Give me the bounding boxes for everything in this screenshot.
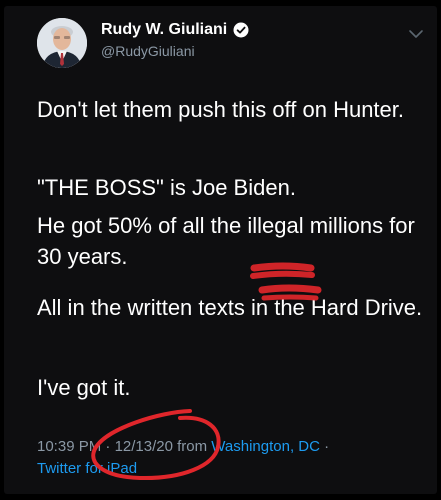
meta-separator: · xyxy=(324,438,330,455)
author-handle[interactable]: @RudyGiuliani xyxy=(101,43,195,59)
profile-photo-icon xyxy=(37,18,87,68)
tweet-paragraph: "THE BOSS" is Joe Biden. xyxy=(37,175,296,200)
verified-badge-icon xyxy=(233,22,249,38)
author-name-row[interactable]: Rudy W. Giuliani xyxy=(101,19,249,41)
tweet-source-link[interactable]: Twitter for iPad xyxy=(37,460,137,477)
tweet-time[interactable]: 10:39 PM xyxy=(37,438,101,455)
avatar[interactable] xyxy=(37,18,87,68)
chevron-down-icon[interactable] xyxy=(408,28,424,40)
tweet-location-link[interactable]: Washington, DC xyxy=(211,438,320,455)
screenshot-frame: Rudy W. Giuliani @RudyGiuliani Don't let… xyxy=(0,0,441,500)
from-label: from xyxy=(177,438,208,455)
tweet-date[interactable]: 12/13/20 xyxy=(115,438,173,455)
tweet-metadata: 10:39 PM · 12/13/20 from Washington, DC … xyxy=(37,436,422,480)
tweet-text: Don't let them push this off on Hunter. … xyxy=(37,94,427,403)
meta-separator: · xyxy=(105,438,111,455)
tweet-paragraph: I've got it. xyxy=(37,375,131,400)
tweet-paragraph: All in the written texts in the Hard Dri… xyxy=(37,295,423,320)
tweet-card[interactable]: Rudy W. Giuliani @RudyGiuliani Don't let… xyxy=(4,6,437,494)
author-display-name[interactable]: Rudy W. Giuliani xyxy=(101,21,227,39)
tweet-paragraph: Don't let them push this off on Hunter. xyxy=(37,97,405,122)
tweet-paragraph: He got 50% of all the illegal millions f… xyxy=(37,213,415,269)
